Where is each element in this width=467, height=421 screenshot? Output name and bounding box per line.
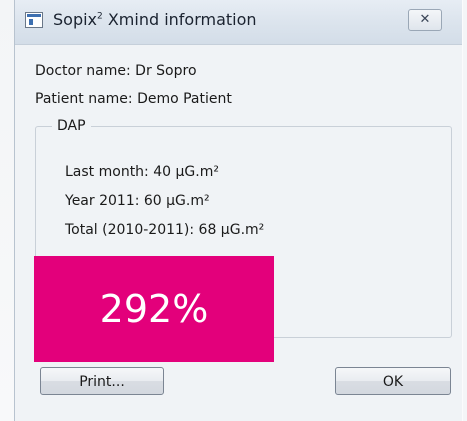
ok-button[interactable]: OK xyxy=(335,367,451,395)
dap-year: Year 2011: 60 μG.m² xyxy=(65,193,210,209)
background-right xyxy=(463,0,467,421)
magnification-overlay: 292% xyxy=(34,256,274,362)
title-bar[interactable]: Sopix2 Xmind information ✕ xyxy=(15,0,462,45)
background-left xyxy=(0,0,14,421)
window-title: Sopix2 Xmind information xyxy=(53,10,257,29)
dap-last-month: Last month: 40 μG.m² xyxy=(65,164,219,180)
doctor-name-label: Doctor name: Dr Sopro xyxy=(35,63,197,79)
close-icon: ✕ xyxy=(419,12,431,27)
close-button[interactable]: ✕ xyxy=(408,9,442,31)
application-window-icon xyxy=(25,12,43,28)
print-button[interactable]: Print... xyxy=(40,367,164,395)
dap-total: Total (2010-2011): 68 μG.m² xyxy=(65,222,265,238)
patient-name-label: Patient name: Demo Patient xyxy=(35,91,232,107)
dialog-content: Doctor name: Dr Sopro Patient name: Demo… xyxy=(15,45,462,421)
overlay-percentage: 292% xyxy=(99,287,209,331)
dap-group-title: DAP xyxy=(52,118,91,134)
